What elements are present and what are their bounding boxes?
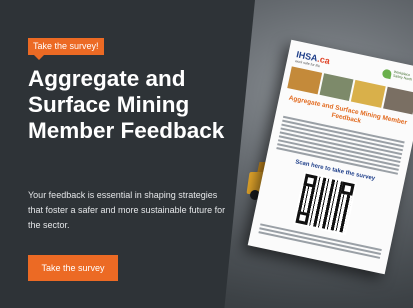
- banner-description: Your feedback is essential in shaping st…: [28, 190, 226, 230]
- qr-code[interactable]: [293, 171, 358, 236]
- take-survey-button[interactable]: Take the survey: [28, 255, 118, 281]
- page-title: Aggregate and Surface Mining Member Feed…: [28, 66, 225, 143]
- flyer-photo: [382, 86, 413, 115]
- wsn-mark-icon: [381, 68, 393, 80]
- survey-tag: Take the survey!: [28, 38, 104, 60]
- flyer-photo: [319, 73, 354, 102]
- wsn-logo-text: Workplace Safety North: [392, 69, 413, 82]
- flyer-photo: [287, 66, 322, 95]
- survey-banner: IHSA.ca work safe for life Workplace Saf…: [0, 0, 413, 308]
- workplace-safety-north-logo: Workplace Safety North: [381, 68, 413, 89]
- flyer-photo: [350, 79, 386, 108]
